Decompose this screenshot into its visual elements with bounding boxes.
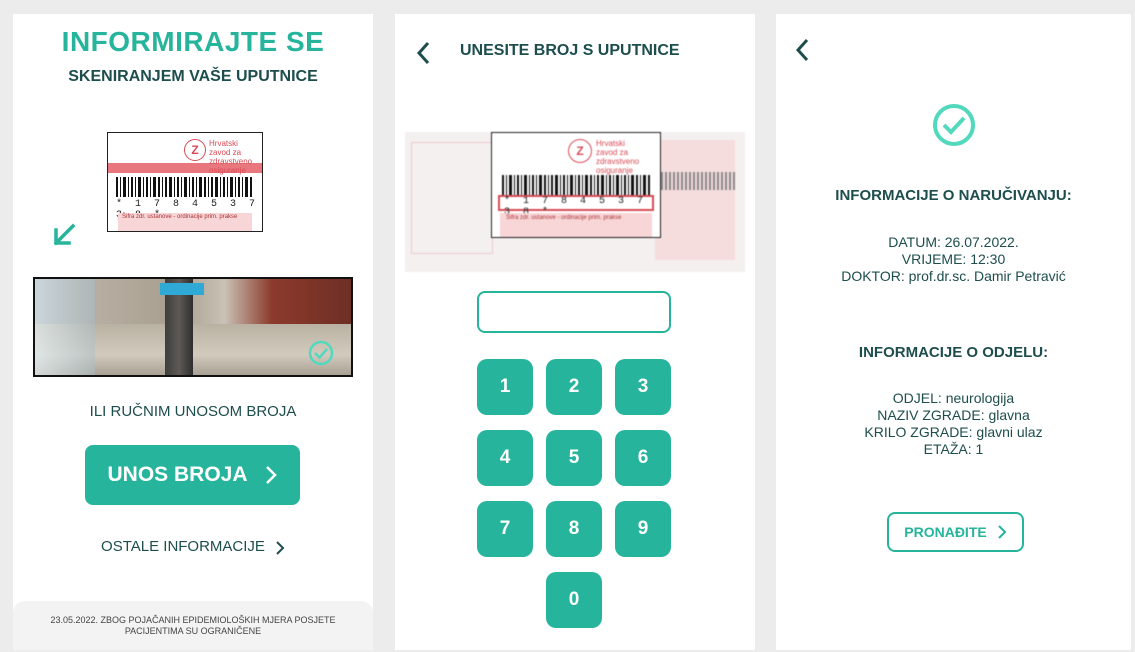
key-8[interactable]: 8 <box>546 501 602 557</box>
manual-entry-label: ILI RUČNIM UNOSOM BROJA <box>89 403 297 420</box>
barcode <box>502 175 650 195</box>
referral-card-illustration: Z Hrvatski zavod za zdravstveno osiguran… <box>107 132 263 232</box>
back-arrow-icon[interactable] <box>415 40 431 66</box>
arrow-down-left-icon <box>53 223 76 246</box>
page-title: INFORMIRAJTE SE <box>61 26 325 57</box>
booking-info-heading: INFORMACIJE O NARUČIVANJU: <box>835 187 1072 204</box>
referral-card-illustration: Z Hrvatski zavod za zdravstveno osiguran… <box>491 132 661 238</box>
barcode <box>116 177 252 197</box>
scan-screen: INFORMIRAJTE SE SKENIRANJEM VAŠE UPUTNIC… <box>13 14 373 650</box>
appointment-time: VRIJEME: 12:30 <box>901 251 1006 267</box>
notice-footer: 23.05.2022. ZBOG POJAČANIH EPIDEMIOLOŠKI… <box>13 601 373 650</box>
key-3[interactable]: 3 <box>615 359 671 415</box>
building-name: NAZIV ZGRADE: glavna <box>877 407 1030 423</box>
manual-entry-screen: UNESITE BROJ S UPUTNICE Z Hrvatski zavod… <box>395 14 755 650</box>
appointment-doctor: DOKTOR: prof.dr.sc. Damir Petravić <box>841 268 1066 284</box>
appointment-date: DATUM: 26.07.2022. <box>888 234 1019 250</box>
key-0[interactable]: 0 <box>546 572 602 628</box>
building-wing: KRILO ZGRADE: glavni ulaz <box>864 424 1043 440</box>
chevron-right-icon <box>265 466 277 484</box>
key-1[interactable]: 1 <box>477 359 533 415</box>
key-2[interactable]: 2 <box>546 359 602 415</box>
key-4[interactable]: 4 <box>477 430 533 486</box>
key-7[interactable]: 7 <box>477 501 533 557</box>
enter-number-button[interactable]: UNOS BROJA <box>85 445 300 505</box>
other-info-link[interactable]: OSTALE INFORMACIJE <box>13 538 373 556</box>
back-arrow-icon[interactable] <box>794 37 810 63</box>
key-5[interactable]: 5 <box>546 430 602 486</box>
key-9[interactable]: 9 <box>615 501 671 557</box>
appointment-info-screen: INFORMACIJE O NARUČIVANJU: DATUM: 26.07.… <box>776 14 1131 650</box>
check-circle-icon <box>308 340 334 366</box>
chevron-right-icon <box>276 541 285 555</box>
card-logo-text: Hrvatski zavod za zdravstveno osiguranje <box>209 139 253 175</box>
booking-info: DATUM: 26.07.2022. VRIJEME: 12:30 DOKTOR… <box>776 234 1131 285</box>
success-check-icon <box>933 104 975 146</box>
referral-scan-background: Z Hrvatski zavod za zdravstveno osiguran… <box>405 132 745 272</box>
department-info: ODJEL: neurologija NAZIV ZGRADE: glavna … <box>776 390 1131 458</box>
chevron-right-icon <box>998 525 1007 539</box>
floor-number: ETAŽA: 1 <box>923 441 984 457</box>
referral-number-input[interactable] <box>477 291 671 333</box>
page-subtitle: SKENIRANJEM VAŠE UPUTNICE <box>68 68 318 85</box>
card-logo-text: Hrvatski zavod za zdravstveno osiguranje <box>596 139 640 175</box>
hzzo-logo-icon: Z <box>568 139 592 163</box>
page-title: UNESITE BROJ S UPUTNICE <box>460 42 680 59</box>
find-location-button[interactable]: PRONAĐITE <box>887 512 1024 552</box>
department-name: ODJEL: neurologija <box>892 390 1015 406</box>
hzzo-logo-icon: Z <box>184 139 206 161</box>
key-6[interactable]: 6 <box>615 430 671 486</box>
department-info-heading: INFORMACIJE O ODJELU: <box>858 344 1049 361</box>
camera-preview[interactable] <box>33 277 353 377</box>
